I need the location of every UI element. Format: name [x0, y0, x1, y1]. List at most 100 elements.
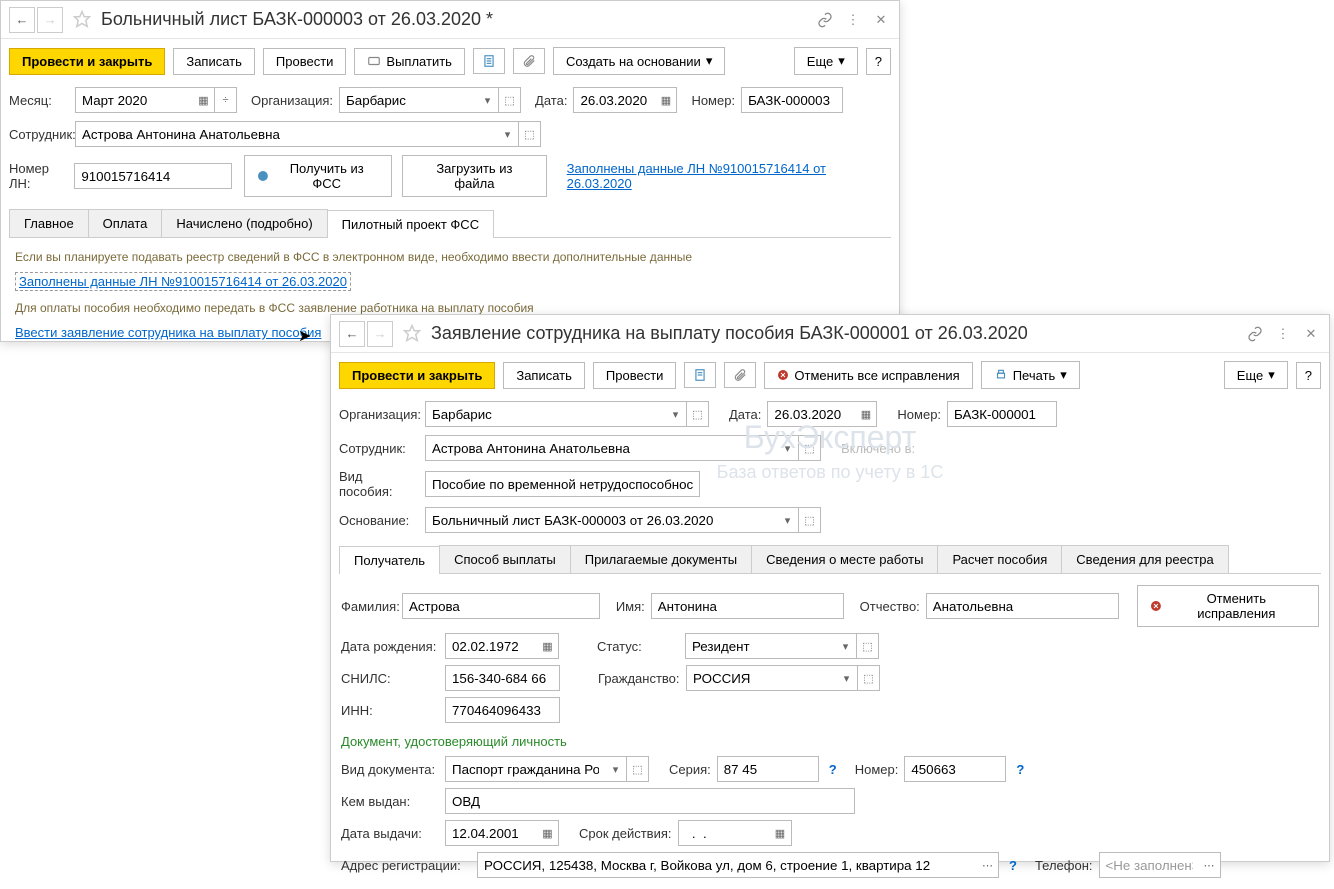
forward-button[interactable]: →	[37, 7, 63, 33]
tab-accrued[interactable]: Начислено (подробно)	[161, 209, 327, 237]
open-icon[interactable]: ⬚	[799, 435, 821, 461]
stepper-icon[interactable]: ÷	[215, 87, 237, 113]
report-icon-button[interactable]	[473, 48, 505, 74]
number-input[interactable]	[947, 401, 1057, 427]
more-icon[interactable]: ⋮	[843, 12, 863, 28]
tab-workplace[interactable]: Сведения о месте работы	[751, 545, 938, 573]
tab-payment-method[interactable]: Способ выплаты	[439, 545, 571, 573]
close-icon[interactable]: ✕	[1301, 326, 1321, 342]
dropdown-icon[interactable]: ▾	[497, 121, 519, 147]
employee-input[interactable]	[425, 435, 777, 461]
dropdown-icon[interactable]: ▾	[777, 435, 799, 461]
tab-main[interactable]: Главное	[9, 209, 89, 237]
ellipsis-icon[interactable]: ⋯	[977, 852, 999, 878]
attach-icon-button[interactable]	[513, 48, 545, 74]
tab-recipient[interactable]: Получатель	[339, 546, 440, 574]
issued-by-input[interactable]	[445, 788, 855, 814]
open-icon[interactable]: ⬚	[519, 121, 541, 147]
open-icon[interactable]: ⬚	[799, 507, 821, 533]
middlename-input[interactable]	[926, 593, 1119, 619]
phone-input[interactable]	[1099, 852, 1199, 878]
dropdown-icon[interactable]: ▾	[665, 401, 687, 427]
help-icon[interactable]: ?	[1005, 858, 1021, 873]
dropdown-icon[interactable]: ▾	[605, 756, 627, 782]
employee-input[interactable]	[75, 121, 497, 147]
sozdat-button[interactable]: Создать на основании ▾	[553, 47, 725, 75]
close-icon[interactable]: ✕	[871, 12, 891, 28]
issue-date-input[interactable]	[445, 820, 537, 846]
back-button[interactable]: ←	[339, 321, 365, 347]
cancel-corrections-button[interactable]: Отменить исправления	[1137, 585, 1319, 627]
report-icon-button[interactable]	[684, 362, 716, 388]
calendar-icon[interactable]: ▦	[770, 820, 792, 846]
create-application-link[interactable]: Ввести заявление сотрудника на выплату п…	[15, 325, 321, 340]
snils-input[interactable]	[445, 665, 560, 691]
help-icon[interactable]: ?	[825, 762, 841, 777]
tab-pilot[interactable]: Пилотный проект ФСС	[327, 210, 494, 238]
tab-calc[interactable]: Расчет пособия	[937, 545, 1062, 573]
tab-registry[interactable]: Сведения для реестра	[1061, 545, 1228, 573]
provesti-zakryt-button[interactable]: Провести и закрыть	[339, 362, 495, 389]
open-icon[interactable]: ⬚	[857, 633, 879, 659]
status-input[interactable]	[685, 633, 835, 659]
attach-icon-button[interactable]	[724, 362, 756, 388]
ellipsis-icon[interactable]: ⋯	[1199, 852, 1221, 878]
zapisat-button[interactable]: Записать	[503, 362, 585, 389]
provesti-button[interactable]: Провести	[593, 362, 677, 389]
link-icon[interactable]	[815, 11, 835, 28]
dropdown-icon[interactable]: ▾	[777, 507, 799, 533]
calendar-icon[interactable]: ▦	[655, 87, 677, 113]
provesti-zakryt-button[interactable]: Провести и закрыть	[9, 48, 165, 75]
month-input[interactable]	[75, 87, 193, 113]
open-icon[interactable]: ⬚	[687, 401, 709, 427]
ln-data-link[interactable]: Заполнены данные ЛН №910015716414 от 26.…	[567, 161, 891, 191]
more-icon[interactable]: ⋮	[1273, 326, 1293, 342]
print-button[interactable]: Печать ▾	[981, 361, 1080, 389]
tab-payment[interactable]: Оплата	[88, 209, 163, 237]
link-icon[interactable]	[1245, 325, 1265, 342]
eshche-button[interactable]: Еще ▾	[794, 47, 858, 75]
cancel-all-button[interactable]: Отменить все исправления	[764, 362, 972, 389]
address-input[interactable]	[477, 852, 977, 878]
lastname-input[interactable]	[402, 593, 600, 619]
validity-input[interactable]	[678, 820, 770, 846]
date-input[interactable]	[767, 401, 855, 427]
help-button[interactable]: ?	[1296, 362, 1321, 389]
eshche-button[interactable]: Еще ▾	[1224, 361, 1288, 389]
inn-input[interactable]	[445, 697, 560, 723]
calendar-icon[interactable]: ▦	[537, 820, 559, 846]
org-input[interactable]	[339, 87, 477, 113]
calendar-icon[interactable]: ▦	[537, 633, 559, 659]
ln-data-link-2[interactable]: Заполнены данные ЛН №910015716414 от 26.…	[15, 272, 351, 291]
ln-input[interactable]	[74, 163, 232, 189]
benefit-input[interactable]	[425, 471, 700, 497]
series-input[interactable]	[717, 756, 819, 782]
vyplatit-button[interactable]: Выплатить	[354, 48, 465, 75]
dropdown-icon[interactable]: ▾	[836, 665, 858, 691]
star-icon[interactable]	[73, 10, 93, 30]
dropdown-icon[interactable]: ▾	[477, 87, 499, 113]
org-input[interactable]	[425, 401, 665, 427]
firstname-input[interactable]	[651, 593, 844, 619]
load-file-button[interactable]: Загрузить из файла	[402, 155, 546, 197]
zapisat-button[interactable]: Записать	[173, 48, 255, 75]
help-button[interactable]: ?	[866, 48, 891, 75]
basis-input[interactable]	[425, 507, 777, 533]
help-icon[interactable]: ?	[1012, 762, 1028, 777]
tab-docs[interactable]: Прилагаемые документы	[570, 545, 752, 573]
citizenship-input[interactable]	[686, 665, 836, 691]
calendar-icon[interactable]: ▦	[855, 401, 877, 427]
open-icon[interactable]: ⬚	[858, 665, 880, 691]
calendar-icon[interactable]: ▦	[193, 87, 215, 113]
number-input[interactable]	[741, 87, 843, 113]
birthdate-input[interactable]	[445, 633, 537, 659]
dropdown-icon[interactable]: ▾	[835, 633, 857, 659]
provesti-button[interactable]: Провести	[263, 48, 347, 75]
open-icon[interactable]: ⬚	[627, 756, 649, 782]
forward-button[interactable]: →	[367, 321, 393, 347]
back-button[interactable]: ←	[9, 7, 35, 33]
star-icon[interactable]	[403, 324, 423, 344]
date-input[interactable]	[573, 87, 655, 113]
get-fss-button[interactable]: Получить из ФСС	[244, 155, 392, 197]
open-icon[interactable]: ⬚	[499, 87, 521, 113]
